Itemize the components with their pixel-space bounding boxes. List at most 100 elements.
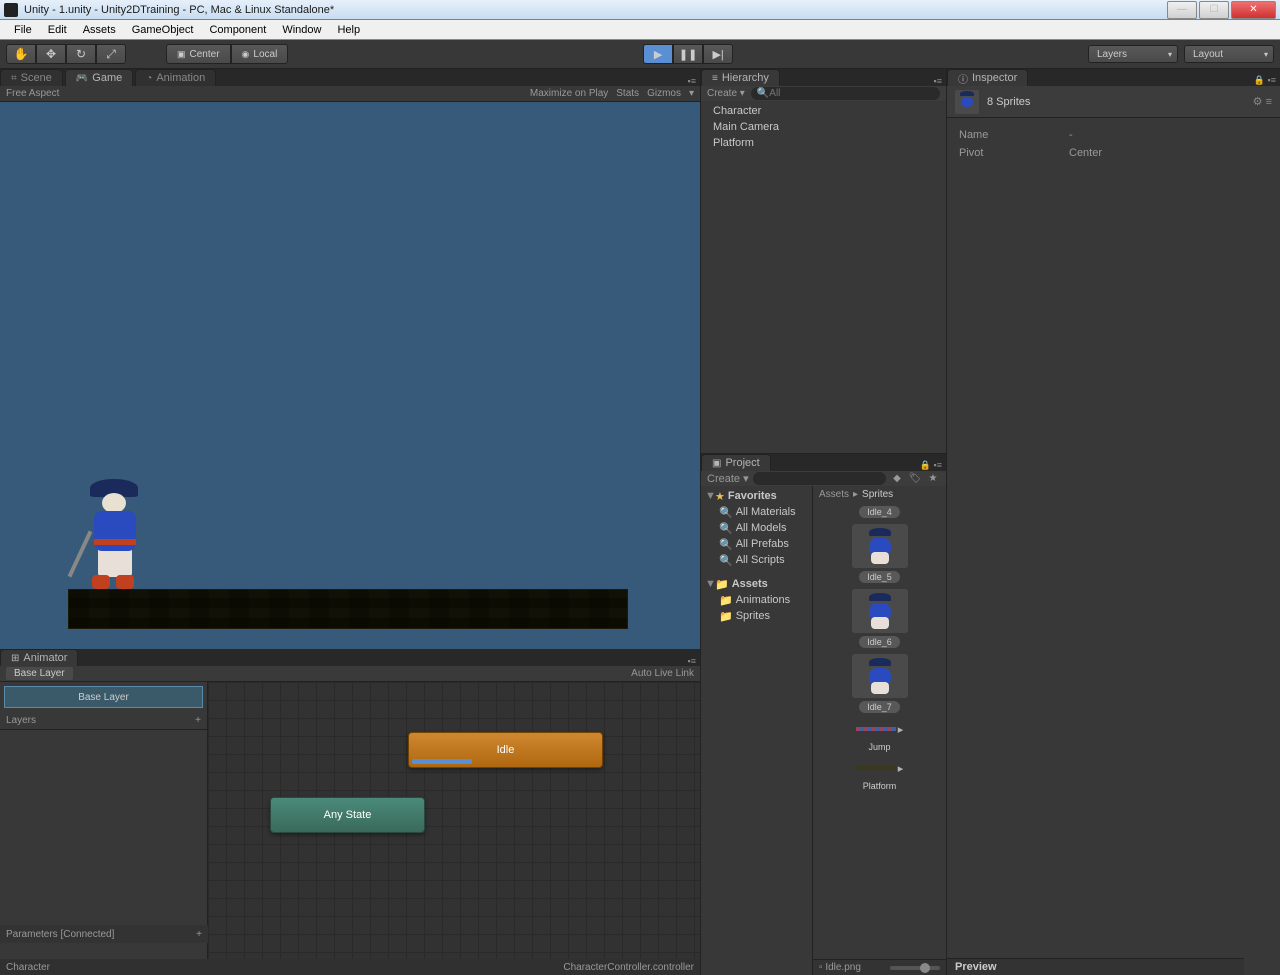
menu-component[interactable]: Component (201, 24, 274, 36)
favorites-header[interactable]: ▼★Favorites (701, 488, 812, 504)
tab-animator[interactable]: ⊞Animator (0, 649, 78, 666)
add-parameter-button[interactable]: + (196, 929, 202, 940)
tab-scene-label: Scene (21, 72, 52, 84)
window-titlebar: Unity - 1.unity - Unity2DTraining - PC, … (0, 0, 1280, 20)
project-footer: ▫ Idle.png (813, 959, 946, 975)
animator-layer-base[interactable]: Base Layer (4, 686, 203, 708)
hierarchy-item-platform[interactable]: Platform (701, 135, 946, 151)
search-icon: 🔍 (757, 88, 769, 99)
project-create-dropdown[interactable]: Create ▾ (707, 472, 749, 485)
hand-tool-button[interactable]: ✋ (6, 44, 36, 64)
pivot-local-label: Local (253, 49, 277, 60)
asset-idle-4[interactable]: Idle_4 (846, 506, 914, 518)
pivot-center-label: Center (190, 49, 220, 60)
unity-logo-icon (4, 3, 18, 17)
project-search-input[interactable] (753, 472, 886, 485)
tab-scene[interactable]: ⌗Scene (0, 69, 63, 86)
pivot-center-button[interactable]: ▣Center (166, 44, 231, 64)
animator-tab-options-icon[interactable]: ▪≡ (688, 656, 696, 666)
project-tree[interactable]: ▼★Favorites 🔍All Materials 🔍All Models 🔍… (701, 486, 813, 975)
asset-idle-6[interactable]: Idle_6 (846, 589, 914, 648)
asset-idle-7[interactable]: Idle_7 (846, 654, 914, 713)
folder-icon: 📁 (715, 578, 729, 591)
hierarchy-item-character[interactable]: Character (701, 103, 946, 119)
inspector-icon: ⓘ (958, 71, 968, 86)
aspect-dropdown[interactable]: Free Aspect (6, 88, 59, 99)
layers-dropdown[interactable]: Layers (1088, 45, 1178, 63)
gizmos-arrow-icon[interactable]: ▾ (689, 88, 694, 99)
maximize-on-play-toggle[interactable]: Maximize on Play (530, 88, 608, 99)
inspector-tab-options-icon[interactable]: 🔒 ▪≡ (1254, 75, 1276, 86)
save-search-icon[interactable]: ★ (926, 472, 940, 486)
breadcrumb-assets[interactable]: Assets (819, 489, 849, 500)
menu-edit[interactable]: Edit (40, 24, 75, 36)
favorite-all-prefabs[interactable]: 🔍All Prefabs (701, 536, 812, 552)
tab-options-icon[interactable]: ▪≡ (688, 76, 696, 86)
project-tab-bar: ▣Project 🔒 ▪≡ (701, 454, 946, 471)
inspector-settings-icon[interactable]: ⚙ ≡ (1253, 95, 1272, 108)
folder-icon: 📁 (719, 594, 733, 607)
thumbnail-size-slider[interactable] (890, 966, 940, 970)
tab-animation[interactable]: ◔Animation (135, 69, 216, 86)
close-button[interactable]: ✕ (1231, 1, 1276, 19)
scale-tool-button[interactable]: ⤢ (96, 44, 126, 64)
auto-live-link-toggle[interactable]: Auto Live Link (631, 668, 694, 679)
menu-assets[interactable]: Assets (75, 24, 124, 36)
hierarchy-search-input[interactable]: 🔍All (751, 87, 940, 100)
menu-window[interactable]: Window (274, 24, 329, 36)
tab-hierarchy[interactable]: ≡Hierarchy (701, 69, 780, 86)
move-tool-button[interactable]: ✥ (36, 44, 66, 64)
stats-toggle[interactable]: Stats (616, 88, 639, 99)
layers-label: Layers (6, 715, 36, 726)
inspector-preview-header[interactable]: Preview (947, 958, 1244, 975)
favorite-all-models[interactable]: 🔍All Models (701, 520, 812, 536)
tab-inspector[interactable]: ⓘInspector (947, 69, 1028, 86)
play-button[interactable]: ▶ (643, 44, 673, 64)
character-sprite (80, 479, 150, 589)
filter-by-type-icon[interactable]: ◆ (890, 472, 904, 486)
folder-sprites[interactable]: 📁Sprites (701, 608, 812, 624)
asset-label: Idle_6 (859, 636, 900, 648)
project-grid[interactable]: Idle_4 Idle_5 Idle_6 Idle_7 ▸Jump ▸Platf… (813, 502, 946, 959)
game-view[interactable] (0, 102, 700, 649)
state-node-idle[interactable]: Idle (408, 732, 603, 768)
animator-breadcrumb[interactable]: Base Layer (6, 667, 73, 680)
hierarchy-tab-options-icon[interactable]: ▪≡ (934, 76, 942, 86)
search-placeholder: All (769, 88, 780, 99)
project-icon: ▣ (712, 458, 721, 469)
tab-project[interactable]: ▣Project (701, 454, 771, 471)
asset-platform[interactable]: ▸Platform (846, 758, 914, 791)
asset-jump[interactable]: ▸Jump (846, 719, 914, 752)
inspector-header: 8 Sprites ⚙ ≡ (947, 86, 1280, 118)
animator-breadcrumb-bar: Base Layer Auto Live Link (0, 666, 700, 682)
menu-help[interactable]: Help (329, 24, 368, 36)
tab-game[interactable]: 🎮Game (65, 69, 133, 86)
project-tab-options-icon[interactable]: 🔒 ▪≡ (920, 460, 942, 471)
state-node-any[interactable]: Any State (270, 797, 425, 833)
hierarchy-item-main-camera[interactable]: Main Camera (701, 119, 946, 135)
layout-dropdown[interactable]: Layout (1184, 45, 1274, 63)
pause-button[interactable]: ❚❚ (673, 44, 703, 64)
minimize-button[interactable]: — (1167, 1, 1197, 19)
filter-by-label-icon[interactable]: 🏷 (908, 472, 922, 486)
maximize-button[interactable]: ☐ (1199, 1, 1229, 19)
folder-animations[interactable]: 📁Animations (701, 592, 812, 608)
pivot-local-button[interactable]: ◉Local (231, 44, 289, 64)
project-toolbar: Create ▾ ◆ 🏷 ★ (701, 471, 946, 486)
favorite-all-materials[interactable]: 🔍All Materials (701, 504, 812, 520)
animator-graph[interactable]: Idle Any State (208, 682, 700, 959)
sprite-thumb-icon: ▸ (852, 758, 908, 778)
gizmos-dropdown[interactable]: Gizmos (647, 88, 681, 99)
animator-status-left: Character (6, 962, 50, 973)
add-layer-button[interactable]: + (195, 715, 201, 726)
hierarchy-create-dropdown[interactable]: Create ▾ (707, 88, 745, 99)
asset-idle-5[interactable]: Idle_5 (846, 524, 914, 583)
hierarchy-list[interactable]: Character Main Camera Platform (701, 101, 946, 453)
menu-gameobject[interactable]: GameObject (124, 24, 202, 36)
menu-file[interactable]: File (6, 24, 40, 36)
rotate-tool-button[interactable]: ↻ (66, 44, 96, 64)
favorite-all-scripts[interactable]: 🔍All Scripts (701, 552, 812, 568)
step-button[interactable]: ▶| (703, 44, 733, 64)
breadcrumb-sprites[interactable]: Sprites (862, 489, 893, 500)
assets-header[interactable]: ▼📁Assets (701, 576, 812, 592)
